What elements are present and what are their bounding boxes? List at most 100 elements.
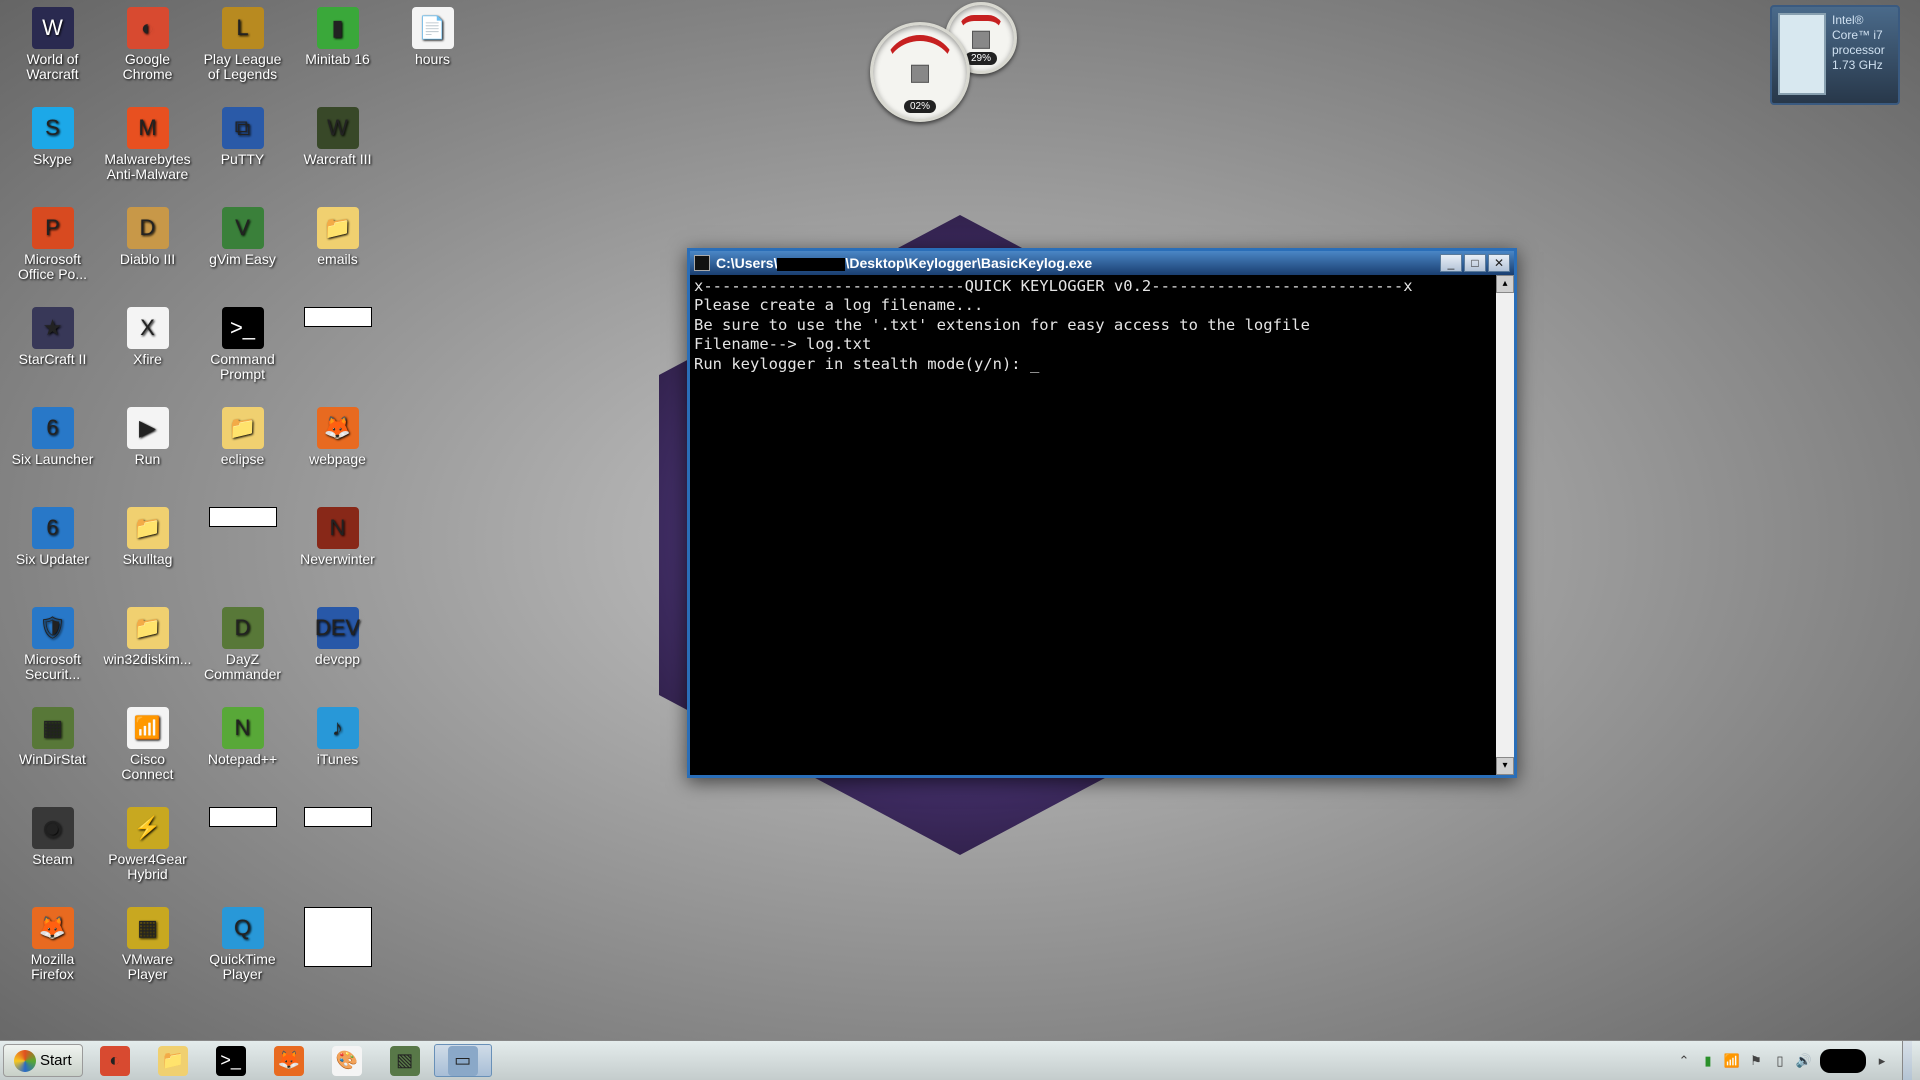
icon-label: PuTTY (221, 152, 265, 167)
action-center-icon[interactable]: ⚑ (1748, 1053, 1764, 1069)
desktop-icon[interactable]: SSkype (5, 105, 100, 205)
desktop-icon[interactable]: PMicrosoft Office Po... (5, 205, 100, 305)
desktop-icon[interactable]: 6Six Launcher (5, 405, 100, 505)
start-button[interactable]: Start (3, 1044, 83, 1077)
taskbar-explorer-button[interactable]: 📁 (144, 1044, 202, 1077)
desktop-icon[interactable]: WWarcraft III (290, 105, 385, 205)
icon-label: Steam (32, 852, 72, 867)
taskbar-console-active-button[interactable]: ▭ (434, 1044, 492, 1077)
desktop-icon[interactable]: 📄 hours (385, 5, 480, 105)
console-output[interactable]: x----------------------------QUICK KEYLO… (690, 275, 1496, 775)
app-icon: 📄 (412, 7, 454, 49)
console-titlebar[interactable]: C:\Users\\Desktop\Keylogger\BasicKeylog.… (690, 251, 1514, 275)
taskbar-cmd-button[interactable]: >_ (202, 1044, 260, 1077)
icon-label: hours (415, 52, 450, 67)
desktop-icon[interactable]: DDayZ Commander (195, 605, 290, 705)
desktop-icon[interactable]: WWorld of Warcraft (5, 5, 100, 105)
desktop-icon[interactable]: ▦WinDirStat (5, 705, 100, 805)
tray-expand-icon[interactable]: ⌃ (1676, 1053, 1692, 1069)
wifi-icon[interactable]: 📶 (1724, 1053, 1740, 1069)
icon-label: Mozilla Firefox (8, 952, 98, 983)
app-icon: N (317, 507, 359, 549)
desktop-icon[interactable]: 📁win32diskim... (100, 605, 195, 705)
desktop-icon[interactable]: 🛡Microsoft Securit... (5, 605, 100, 705)
taskbar[interactable]: Start ◐📁>_ 🦊 🎨 ▧ ▭ ⌃ ▮ 📶 ⚑ ▯ 🔊 ▸ (0, 1040, 1920, 1080)
minimize-button[interactable]: _ (1440, 254, 1462, 272)
desktop-icon[interactable] (195, 505, 290, 605)
desktop-icon[interactable]: N Neverwinter (290, 505, 385, 605)
windows-orb-icon (14, 1050, 36, 1072)
desktop-icon[interactable]: ▶Run (100, 405, 195, 505)
desktop-icon[interactable]: ♪iTunes (290, 705, 385, 805)
show-desktop-button[interactable] (1902, 1041, 1912, 1080)
taskbar-firefox-button[interactable]: 🦊 (260, 1044, 318, 1077)
desktop-icon[interactable]: >_Command Prompt (195, 305, 290, 405)
console-window[interactable]: C:\Users\\Desktop\Keylogger\BasicKeylog.… (687, 248, 1517, 778)
app-icon: ▦ (32, 707, 74, 749)
network-icon[interactable]: ▯ (1772, 1053, 1788, 1069)
desktop-icon[interactable]: 🦊Mozilla Firefox (5, 905, 100, 1005)
desktop-icon[interactable]: NNotepad++ (195, 705, 290, 805)
desktop-icon[interactable]: 6Six Updater (5, 505, 100, 605)
console-icon (694, 255, 710, 271)
desktop-icon[interactable]: 📁eclipse (195, 405, 290, 505)
desktop-icon[interactable]: DDiablo III (100, 205, 195, 305)
desktop-icon[interactable]: ▦VMware Player (100, 905, 195, 1005)
desktop-icon[interactable]: ◐Google Chrome (100, 5, 195, 105)
app-icon: M (127, 107, 169, 149)
desktop-icon[interactable]: MMalwarebytes Anti-Malware (100, 105, 195, 205)
desktop-icon[interactable] (290, 905, 385, 1005)
desktop-icon[interactable] (290, 305, 385, 405)
app-icon: 6 (32, 407, 74, 449)
desktop-icon[interactable]: ⚡Power4Gear Hybrid (100, 805, 195, 905)
desktop-icon[interactable]: 📶Cisco Connect (100, 705, 195, 805)
desktop-icon[interactable]: VgVim Easy (195, 205, 290, 305)
desktop[interactable]: WWorld of Warcraft◐Google ChromeLPlay Le… (0, 0, 1920, 1040)
system-tray[interactable]: ⌃ ▮ 📶 ⚑ ▯ 🔊 ▸ (1668, 1041, 1920, 1080)
taskbar-chrome-button[interactable]: ◐ (86, 1044, 144, 1077)
app-icon: 📁 (127, 507, 169, 549)
maximize-button[interactable]: □ (1464, 254, 1486, 272)
desktop-icon[interactable]: 🦊webpage (290, 405, 385, 505)
intel-cpu-gadget[interactable]: Intel® Core™ i7 processor 1.73 GHz (1770, 5, 1900, 105)
desktop-icon[interactable] (195, 805, 290, 905)
icon-label: DayZ Commander (198, 652, 288, 683)
desktop-icon[interactable]: LPlay League of Legends (195, 5, 290, 105)
app-icon: ⧉ (222, 107, 264, 149)
desktop-icon[interactable]: XXfire (100, 305, 195, 405)
tray-overflow-icon[interactable]: ▸ (1874, 1053, 1890, 1069)
app-icon: ▮ (317, 7, 359, 49)
scroll-track[interactable] (1496, 293, 1514, 757)
console-active-icon: ▭ (448, 1046, 478, 1076)
app-icon: ▧ (390, 1046, 420, 1076)
taskbar-paint-button[interactable]: 🎨 (318, 1044, 376, 1077)
app-icon: 📁 (317, 207, 359, 249)
app-icon: 📁 (222, 407, 264, 449)
console-scrollbar[interactable]: ▴ ▾ (1496, 275, 1514, 775)
taskbar-app-button[interactable]: ▧ (376, 1044, 434, 1077)
volume-icon[interactable]: 🔊 (1796, 1053, 1812, 1069)
app-icon: 📁 (127, 607, 169, 649)
desktop-icon[interactable]: 📁Skulltag (100, 505, 195, 605)
clock-redacted[interactable] (1820, 1049, 1866, 1073)
desktop-icon[interactable]: ◉Steam (5, 805, 100, 905)
perf-gauges-gadget[interactable]: 29% 02% (870, 2, 1025, 132)
desktop-icon[interactable]: ★StarCraft II (5, 305, 100, 405)
close-button[interactable]: ✕ (1488, 254, 1510, 272)
app-icon: DEV (317, 607, 359, 649)
app-icon: 🛡 (32, 607, 74, 649)
desktop-icon[interactable]: QQuickTime Player (195, 905, 290, 1005)
icon-label: devcpp (315, 652, 360, 667)
icon-label: Neverwinter (300, 552, 375, 567)
desktop-icon[interactable]: DEV devcpp (290, 605, 385, 705)
app-icon: 📶 (127, 707, 169, 749)
battery-full-icon[interactable]: ▮ (1700, 1053, 1716, 1069)
firefox-icon: 🦊 (274, 1046, 304, 1076)
scroll-down-icon[interactable]: ▾ (1496, 757, 1514, 775)
desktop-icon[interactable] (290, 805, 385, 905)
desktop-icon[interactable]: 📁emails (290, 205, 385, 305)
desktop-icon[interactable]: ▮Minitab 16 (290, 5, 385, 105)
scroll-up-icon[interactable]: ▴ (1496, 275, 1514, 293)
desktop-icon[interactable]: ⧉ PuTTY (195, 105, 290, 205)
icon-label: StarCraft II (19, 352, 87, 367)
